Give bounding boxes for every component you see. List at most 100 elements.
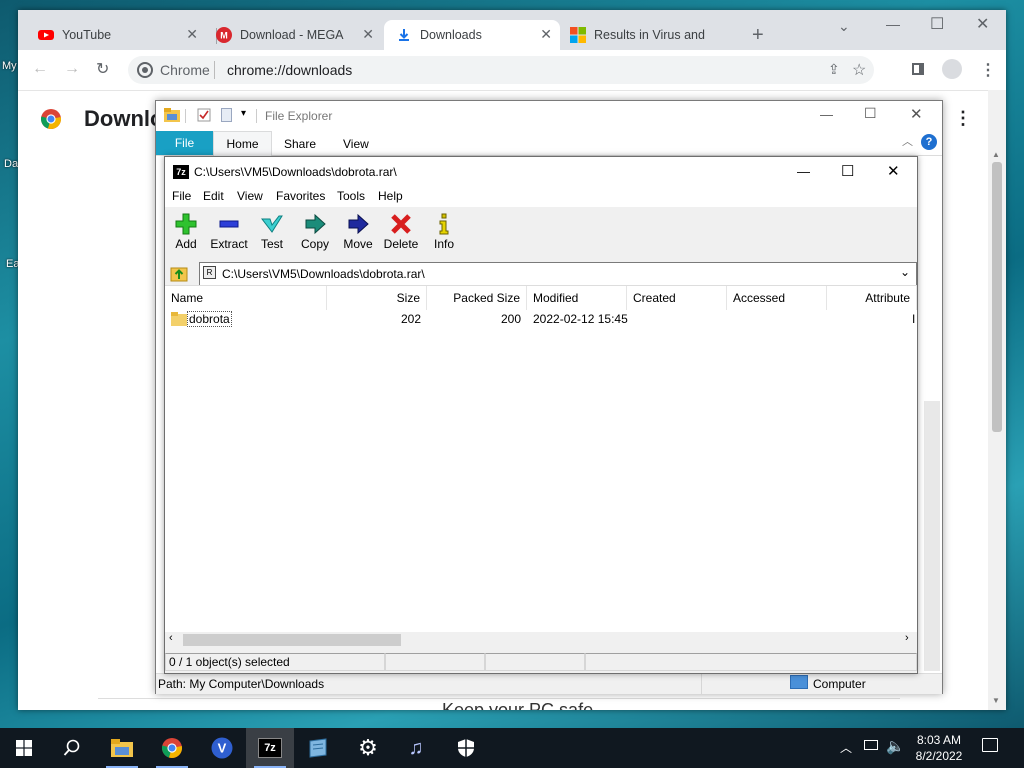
menu-tools[interactable]: Tools	[337, 189, 365, 203]
close-icon[interactable]: ✕	[910, 105, 923, 123]
menu-help[interactable]: Help	[378, 189, 403, 203]
notification-icon[interactable]	[982, 738, 998, 752]
omnibox[interactable]: Chrome chrome://downloads ⇪ ☆	[128, 56, 874, 84]
chevron-down-icon[interactable]: ⌄	[900, 265, 910, 279]
ribbon-tab-home[interactable]: Home	[213, 131, 272, 156]
new-tab-icon[interactable]: +	[752, 24, 764, 47]
computer-icon	[790, 675, 808, 689]
bookmark-star-icon[interactable]: ☆	[852, 60, 866, 80]
taskbar-file-explorer[interactable]	[98, 728, 146, 768]
desktop-icon-label[interactable]: Da	[4, 158, 18, 170]
qat-dropdown-icon[interactable]: ▾	[241, 108, 246, 119]
taskbar-chrome[interactable]	[148, 728, 196, 768]
maximize-icon[interactable]: ☐	[864, 105, 877, 122]
search-button[interactable]	[48, 728, 96, 768]
share-icon[interactable]: ⇪	[828, 61, 840, 78]
close-tab-icon[interactable]: ✕	[362, 26, 374, 43]
extract-button[interactable]: Extract	[208, 211, 250, 257]
maximize-icon[interactable]: ☐	[841, 162, 854, 180]
reload-icon[interactable]: ↻	[96, 59, 109, 79]
archive-icon: R	[203, 266, 216, 279]
close-tab-icon[interactable]: ✕	[186, 26, 198, 43]
ribbon-tab-share[interactable]: Share	[284, 137, 316, 151]
column-accessed[interactable]: Accessed	[727, 286, 827, 310]
windows-logo-icon	[16, 740, 32, 756]
taskbar-vpn[interactable]: V	[198, 728, 246, 768]
menu-favorites[interactable]: Favorites	[276, 189, 325, 203]
volume-icon[interactable]: 🔈	[886, 737, 905, 755]
add-button[interactable]: Add	[165, 211, 207, 257]
minimize-icon[interactable]: —	[886, 16, 900, 32]
page-menu-icon[interactable]: ⋮	[954, 108, 972, 129]
taskbar-7zip[interactable]: 7z	[246, 728, 294, 768]
up-folder-icon[interactable]	[170, 264, 188, 282]
address-path: C:\Users\VM5\Downloads\dobrota.rar\	[222, 267, 425, 281]
table-row[interactable]: dobrota 202 200 2022-02-12 15:45 I	[165, 310, 917, 328]
tab-microsoft[interactable]: Results in Virus and	[558, 20, 738, 50]
collapse-ribbon-icon[interactable]: ︿	[902, 133, 913, 149]
start-button[interactable]	[0, 728, 48, 768]
scrollbar-thumb[interactable]	[992, 162, 1002, 432]
network-icon[interactable]	[864, 740, 878, 750]
bottom-peek-text: Keep your PC safe	[442, 700, 594, 710]
delete-button[interactable]: Delete	[380, 211, 422, 257]
tab-search-icon[interactable]: ⌄	[838, 18, 850, 35]
status-cell	[585, 653, 917, 671]
properties-icon[interactable]	[197, 108, 211, 122]
clock[interactable]: 8:03 AM 8/2/2022	[908, 732, 970, 764]
menu-view[interactable]: View	[237, 189, 263, 203]
info-icon	[439, 213, 449, 235]
taskbar-notes[interactable]	[294, 728, 342, 768]
ribbon-tab-view[interactable]: View	[343, 137, 369, 151]
info-button[interactable]: Info	[423, 211, 465, 257]
scroll-up-icon[interactable]: ▲	[992, 150, 1000, 159]
close-tab-icon[interactable]: ✕	[540, 26, 552, 43]
chevron-up-icon[interactable]: ︿	[840, 739, 852, 756]
profile-avatar-icon[interactable]	[942, 59, 962, 79]
address-bar-area: R C:\Users\VM5\Downloads\dobrota.rar\ ⌄	[165, 259, 917, 287]
page-scrollbar[interactable]: ▲ ▼	[988, 90, 1006, 710]
scroll-down-icon[interactable]: ▼	[992, 696, 1000, 705]
column-attributes[interactable]: Attribute	[827, 286, 917, 310]
move-arrow-icon	[348, 213, 369, 235]
explorer-scrollbar[interactable]	[924, 401, 940, 671]
scroll-right-icon[interactable]: ›	[905, 632, 909, 644]
scrollbar-thumb[interactable]	[183, 634, 401, 646]
help-icon[interactable]: ?	[921, 134, 937, 150]
minimize-icon[interactable]: —	[820, 107, 833, 122]
test-button[interactable]: Test	[251, 211, 293, 257]
close-icon[interactable]: ✕	[976, 14, 989, 34]
horizontal-scrollbar[interactable]: ‹ ›	[165, 632, 917, 648]
tab-mega[interactable]: M Download - MEGA ✕	[204, 20, 382, 50]
taskbar-media[interactable]: ♫	[392, 728, 440, 768]
copy-button[interactable]: Copy	[294, 211, 336, 257]
menu-kebab-icon[interactable]: ⋮	[980, 60, 996, 80]
ribbon-tab-file[interactable]: File	[156, 131, 213, 155]
desktop-icon-label[interactable]: My	[2, 60, 17, 72]
maximize-icon[interactable]: ☐	[930, 14, 944, 34]
new-folder-icon[interactable]	[221, 108, 232, 122]
status-cell	[485, 653, 585, 671]
close-icon[interactable]: ✕	[887, 162, 900, 180]
menu-edit[interactable]: Edit	[203, 189, 224, 203]
tab-downloads[interactable]: Downloads ✕	[384, 20, 560, 50]
back-icon[interactable]: ←	[32, 60, 48, 78]
svg-text:V: V	[218, 741, 227, 756]
omnibox-url[interactable]: chrome://downloads	[227, 62, 352, 78]
taskbar-settings[interactable]: ⚙	[344, 728, 392, 768]
column-packed-size[interactable]: Packed Size	[427, 286, 527, 310]
column-size[interactable]: Size	[327, 286, 427, 310]
side-panel-icon[interactable]	[912, 63, 924, 75]
column-created[interactable]: Created	[627, 286, 727, 310]
move-button[interactable]: Move	[337, 211, 379, 257]
taskbar-security[interactable]	[442, 728, 490, 768]
column-modified[interactable]: Modified	[527, 286, 627, 310]
menu-file[interactable]: File	[172, 189, 191, 203]
address-field[interactable]: R C:\Users\VM5\Downloads\dobrota.rar\ ⌄	[199, 262, 917, 286]
minimize-icon[interactable]: —	[797, 164, 810, 179]
column-name[interactable]: Name	[165, 286, 327, 310]
scroll-left-icon[interactable]: ‹	[169, 632, 173, 644]
menu-bar: File Edit View Favorites Tools Help	[165, 187, 917, 207]
tab-youtube[interactable]: YouTube ✕	[26, 20, 206, 50]
forward-icon[interactable]: →	[64, 60, 80, 78]
